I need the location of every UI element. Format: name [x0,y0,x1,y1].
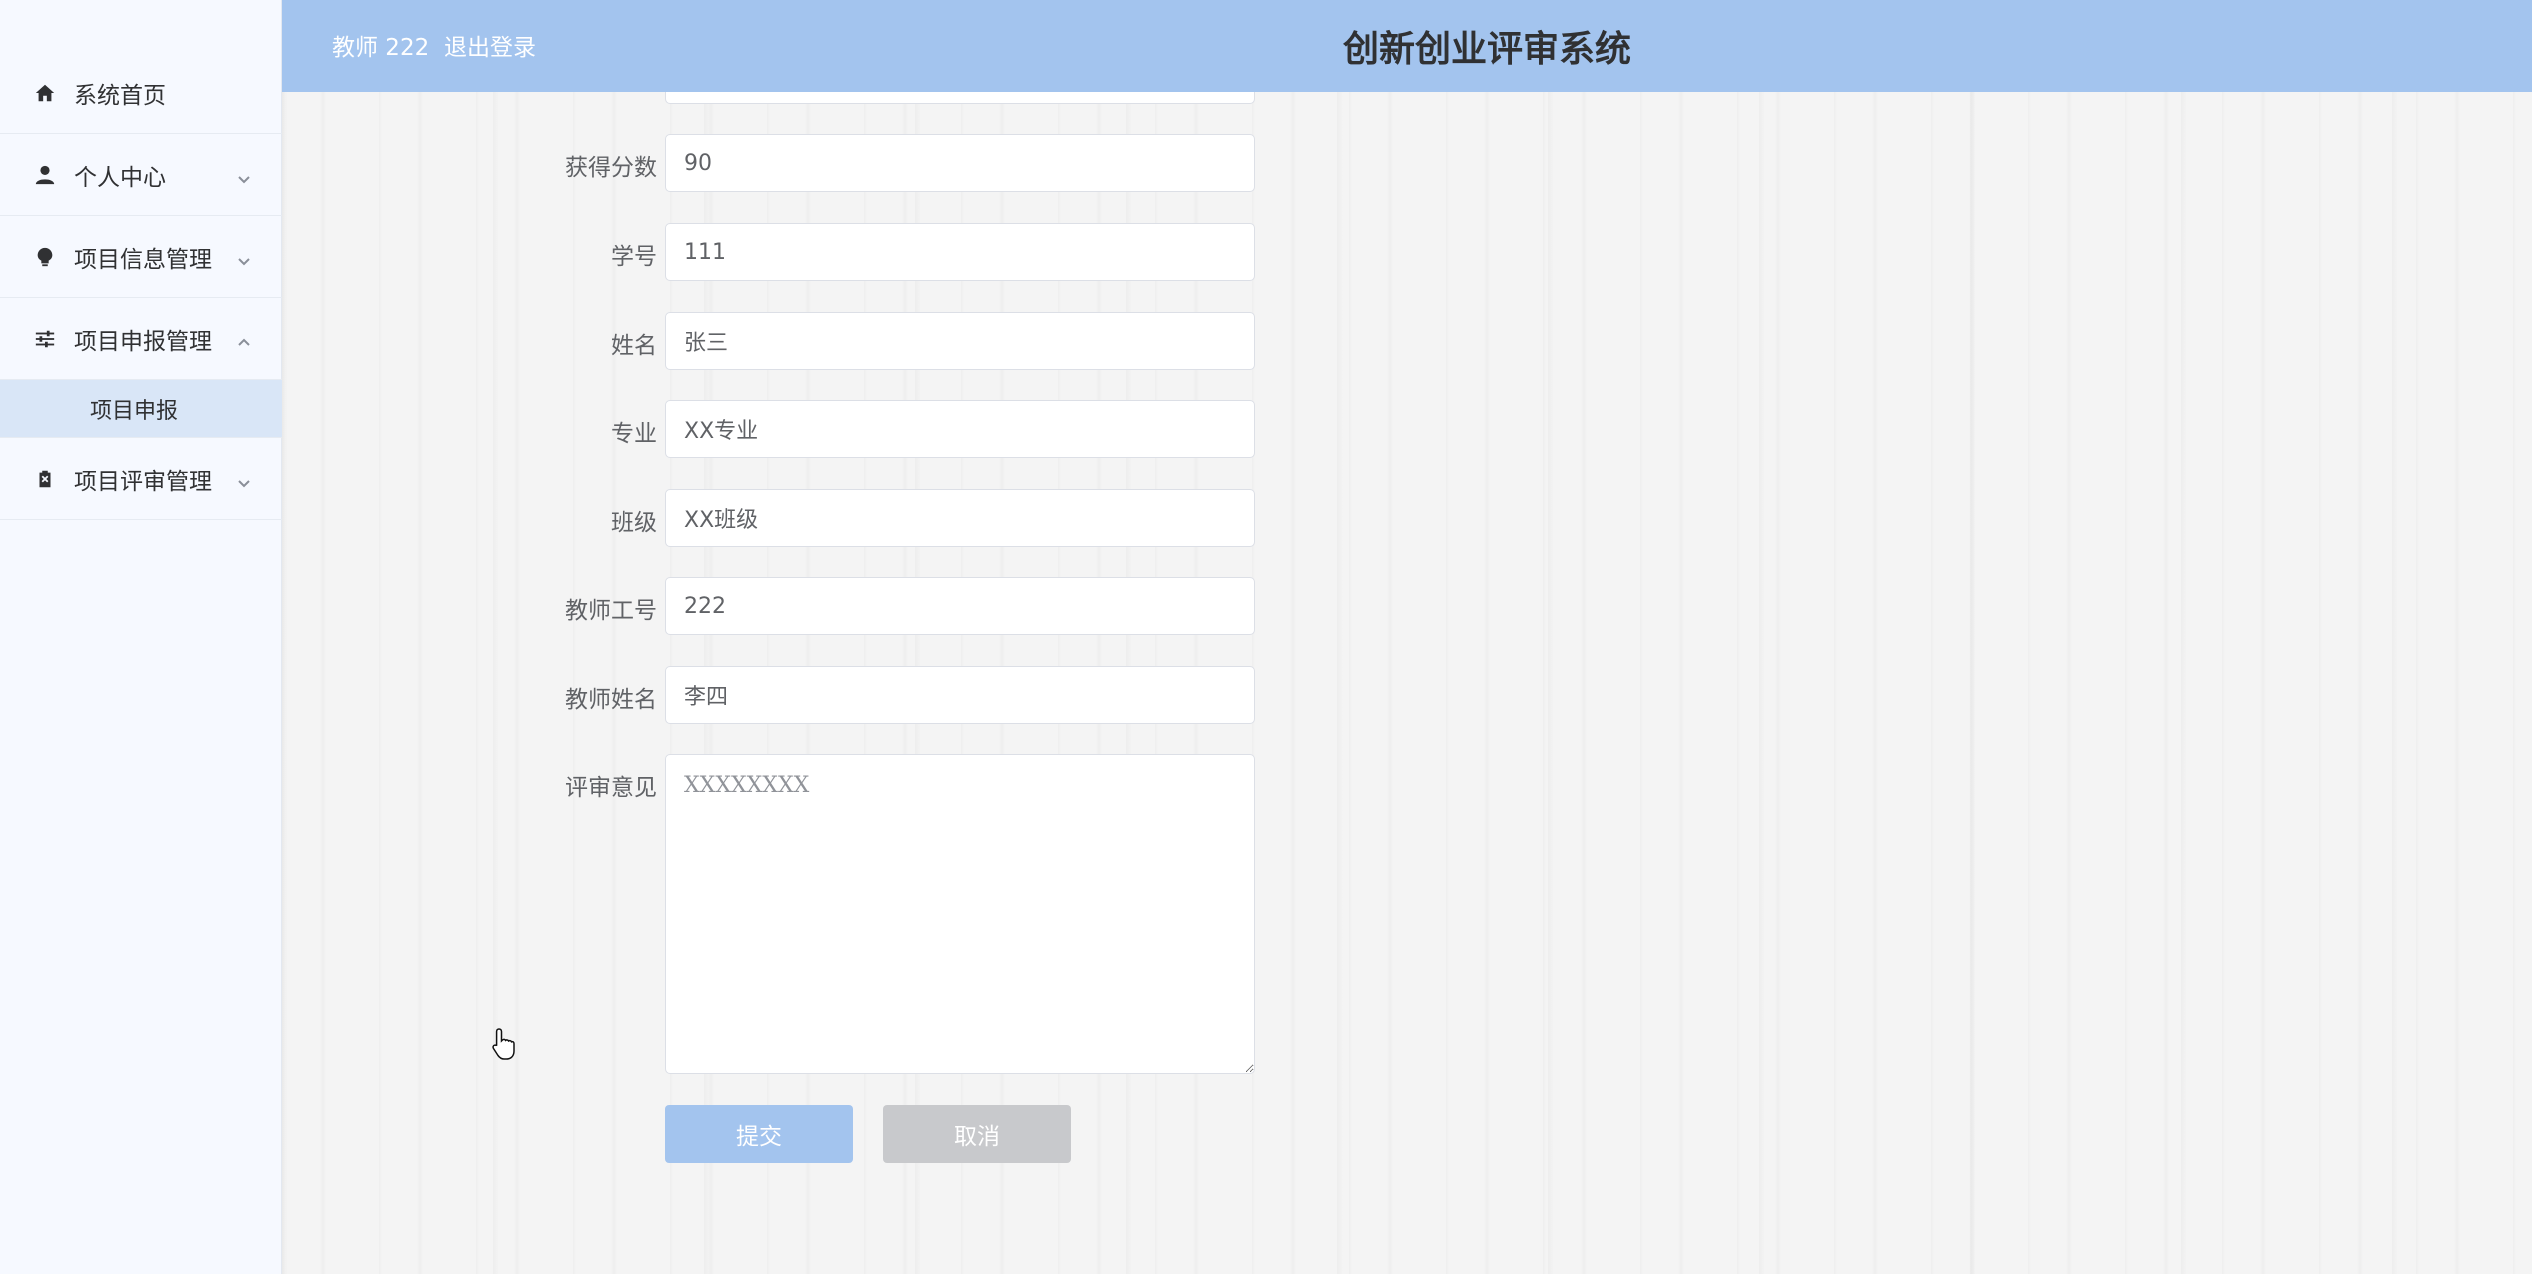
form-actions: 提交 取消 [282,1105,1282,1165]
chevron-up-icon [236,331,252,347]
chevron-down-icon [236,249,252,265]
page-title: 创新创业评审系统 [1342,29,1631,70]
top-header: 教师 222 退出登录 创新创业评审系统 [282,0,2532,92]
sidebar-item-label: 项目评审管理 [74,468,212,495]
partially-hidden-input[interactable] [665,92,1255,104]
review-comment-label: 评审意见 [565,775,657,801]
chevron-down-icon [236,167,252,183]
teacher-id-input[interactable] [665,577,1255,635]
student-id-label: 学号 [611,244,657,270]
sidebar-item-project-declaration[interactable]: 项目申报管理 [0,298,282,380]
form-row-name: 姓名 [282,312,1282,372]
home-icon [34,82,56,104]
lightbulb-icon [34,246,56,268]
sidebar-item-label: 系统首页 [74,82,166,109]
clipboard-icon [34,468,56,490]
main-content: 获得分数 学号 姓名 专业 班级 教师工号 教师姓名 评审意见 [282,92,2532,1274]
form-row-teacher-name: 教师姓名 [282,666,1282,726]
sidebar-item-project-review[interactable]: 项目评审管理 [0,438,282,520]
sidebar-item-home[interactable]: 系统首页 [0,52,282,134]
teacher-name-label: 教师姓名 [565,687,657,713]
submenu-item-label: 项目申报 [90,398,179,424]
teacher-name-input[interactable] [665,666,1255,724]
sidebar-item-label: 项目信息管理 [74,246,212,273]
major-label: 专业 [611,421,657,447]
score-label: 获得分数 [565,155,657,181]
class-label: 班级 [611,510,657,536]
teacher-id-label: 教师工号 [565,598,657,624]
form-row-teacher-id: 教师工号 [282,577,1282,637]
submit-button[interactable]: 提交 [665,1105,853,1163]
score-input[interactable] [665,134,1255,192]
user-icon [34,164,56,186]
sliders-icon [34,328,56,350]
form-row-score: 获得分数 [282,134,1282,194]
name-input[interactable] [665,312,1255,370]
form-row-review-comment: 评审意见 [282,754,1282,1076]
review-comment-textarea[interactable] [665,754,1255,1074]
sidebar-menu: 系统首页 个人中心 项目信息管理 项目申报管理 项目申报 项目评审管理 [0,52,282,520]
sidebar-item-label: 项目申报管理 [74,328,212,355]
sidebar-item-project-info[interactable]: 项目信息管理 [0,216,282,298]
form-row-major: 专业 [282,400,1282,460]
chevron-down-icon [236,471,252,487]
major-input[interactable] [665,400,1255,458]
class-input[interactable] [665,489,1255,547]
cancel-button[interactable]: 取消 [883,1105,1071,1163]
form-row-student-id: 学号 [282,223,1282,283]
sidebar-item-label: 个人中心 [74,164,166,191]
form-row-class: 班级 [282,489,1282,549]
sidebar: 系统首页 个人中心 项目信息管理 项目申报管理 项目申报 项目评审管理 [0,0,282,1274]
app-root: 系统首页 个人中心 项目信息管理 项目申报管理 项目申报 项目评审管理 教师 2… [0,0,2532,1279]
sidebar-item-personal-center[interactable]: 个人中心 [0,134,282,216]
student-id-input[interactable] [665,223,1255,281]
submenu-item-project-declare[interactable]: 项目申报 [0,380,282,438]
name-label: 姓名 [611,333,657,359]
